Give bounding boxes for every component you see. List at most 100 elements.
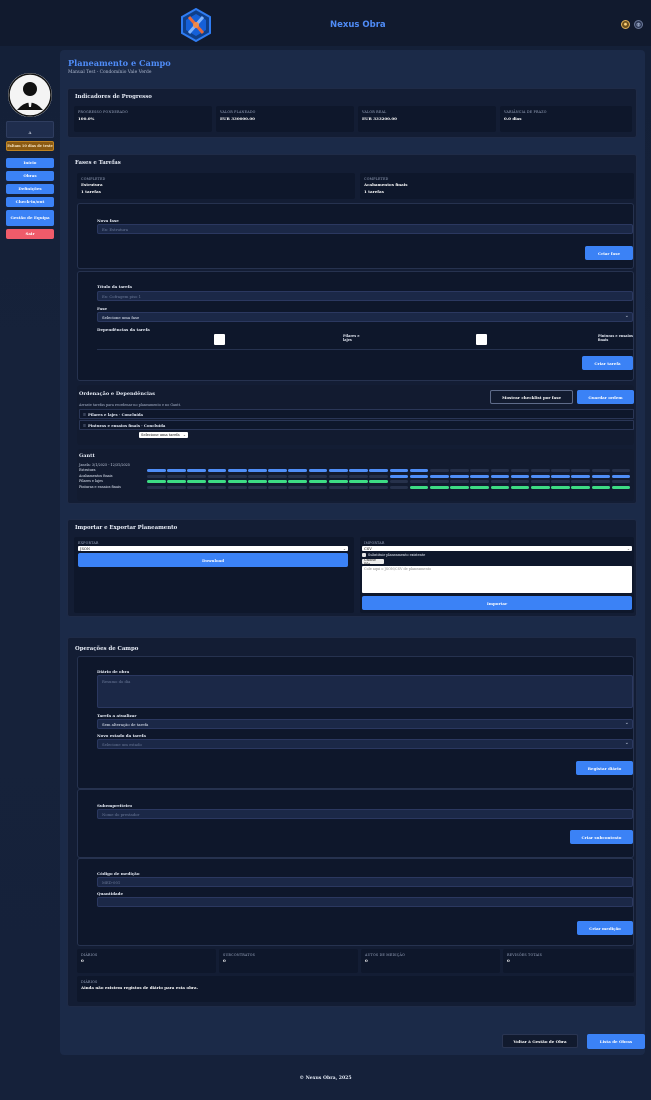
dependency-select[interactable]: Selecione uma tarefa ⌄ [139, 432, 188, 438]
gantt-cell [328, 480, 348, 483]
gantt-cell [227, 485, 247, 489]
phases-title: Fases e Tarefas [75, 160, 121, 166]
save-order-button[interactable]: Guardar ordem [577, 390, 634, 404]
phase-card[interactable]: COMPLETED Estrutura 1 tarefas [77, 173, 355, 199]
gantt-cell [147, 474, 166, 478]
nexus-logo-icon[interactable] [180, 8, 212, 42]
gantt-cell [389, 485, 409, 489]
order-task-row[interactable]: ⠿ Pilares e lajes · Concluída [79, 409, 634, 419]
diary-form: Diário de obra Resumo do dia Tarefa a at… [77, 656, 634, 789]
quantity-input[interactable] [97, 897, 633, 907]
stat-value: EUR 330000.00 [220, 116, 255, 121]
gantt-cell [510, 469, 530, 472]
replace-option[interactable]: Substituir planeamento existente [362, 553, 425, 557]
gantt-cell [470, 469, 490, 472]
gantt-row-label: Acabamentos finais [79, 473, 113, 478]
measurement-code-input[interactable]: MED-001 [97, 877, 633, 887]
back-button[interactable]: Voltar à Gestão de Obra [502, 1034, 578, 1048]
gantt-cell [308, 474, 328, 478]
choose-file-button[interactable]: Choose File [362, 558, 384, 566]
stat-value: 0 [365, 958, 368, 963]
sidebar-item-checkin[interactable]: Check-in/out [6, 197, 54, 207]
stat-planned: VALOR PLANEADO EUR 330000.00 [216, 106, 354, 132]
gantt-cell [227, 480, 247, 483]
gantt-cell [248, 474, 267, 478]
gantt-cell [207, 485, 227, 489]
gantt-cell [207, 480, 227, 483]
gantt-cell [450, 480, 469, 483]
gantt-cell [288, 474, 308, 478]
task-title-input[interactable]: Ex: Cofragem piso 1 [97, 291, 633, 301]
gantt-cell [429, 469, 449, 472]
create-task-button[interactable]: Criar tarefa [582, 356, 633, 370]
gantt-cell [530, 469, 550, 472]
phase-name: Acabamentos finais [364, 182, 408, 187]
dep-checkbox-pinturas[interactable] [476, 334, 487, 345]
main-content: Planeamento e Campo Manual Test - Condom… [60, 50, 645, 1055]
stat-real: VALOR REAL EUR 333200.00 [358, 106, 496, 132]
gantt-row-label: Pilares e lajes [79, 479, 103, 483]
gantt-cell [349, 485, 368, 489]
phase-status: COMPLETED [81, 177, 106, 181]
subcontractor-input[interactable]: Nome do prestador [97, 809, 633, 819]
phase-card[interactable]: COMPLETED Acabamentos finais 1 tarefas [360, 173, 634, 199]
sidebar-item-definicoes[interactable]: Definições [6, 184, 54, 194]
diaries-list: DIÁRIOS Ainda não existem registos de di… [77, 976, 634, 1002]
project-list-button[interactable]: Lista de Obras [587, 1034, 645, 1049]
register-diary-button[interactable]: Registar diário [576, 761, 633, 775]
gantt-cell [227, 474, 247, 478]
progress-title: Indicadores de Progresso [75, 94, 152, 100]
user-info-box: A [6, 121, 54, 138]
task-phase-select[interactable]: Selecione uma fase [97, 312, 633, 322]
progress-panel: Indicadores de Progresso PROGRESSO PONDE… [67, 88, 637, 138]
export-format-select[interactable]: JSON ⌄ [78, 546, 348, 551]
diary-textarea[interactable]: Resumo do dia [97, 675, 633, 708]
settings-icon[interactable]: ✹ [621, 20, 630, 29]
top-bar: Nexus Obra ✹ ◍ [0, 0, 651, 46]
sidebar-item-inicio[interactable]: Início [6, 158, 54, 168]
gantt-cell [551, 469, 570, 472]
diaries-empty-message: Ainda não existem registos de diário par… [81, 985, 198, 990]
sidebar-item-equipa[interactable]: Gestão de Equipa [6, 210, 54, 226]
order-task-row[interactable]: ⠿ Pinturas e ensaios finais · Concluída [79, 420, 634, 430]
import-format-select[interactable]: CSV ⌄ [362, 546, 632, 551]
task-update-select[interactable]: Sem alteração de tarefa [97, 719, 633, 729]
gantt-cell [470, 480, 490, 483]
new-phase-input[interactable]: Ex: Estrutura [97, 224, 633, 234]
replace-label: Substituir planeamento existente [368, 553, 426, 557]
gantt-cell [349, 474, 368, 478]
avatar[interactable] [8, 73, 52, 117]
dep-checkbox-pilares[interactable] [214, 334, 225, 345]
drag-handle-icon[interactable]: ⠿ [83, 423, 86, 428]
dep-label-pilares: Pilares e lajes [343, 334, 360, 342]
create-subcontract-button[interactable]: Criar subcontrato [570, 830, 633, 844]
gantt-cell [551, 474, 570, 478]
download-button[interactable]: Download [78, 553, 348, 567]
sidebar-item-sair[interactable]: Sair [6, 229, 54, 239]
sidebar-item-obras[interactable]: Obras [6, 171, 54, 181]
create-phase-button[interactable]: Criar fase [585, 246, 633, 260]
diaries-list-label: DIÁRIOS [81, 980, 98, 984]
gantt-cell [268, 485, 287, 489]
globe-icon[interactable]: ◍ [634, 20, 643, 29]
create-measurement-button[interactable]: Criar medição [577, 921, 633, 935]
drag-handle-icon[interactable]: ⠿ [83, 412, 86, 417]
gantt-cell [268, 480, 287, 483]
show-checklist-button[interactable]: Mostrar checklist por fase [490, 390, 573, 404]
import-textarea[interactable]: Cole aqui o JSON/CSV de planeamento [362, 566, 632, 593]
gantt-row-label: Estrutura [79, 468, 96, 472]
gantt-cell [349, 480, 368, 483]
stat-label: SUBCONTRATOS [223, 953, 256, 957]
gantt-cell [389, 474, 409, 478]
import-button[interactable]: Importar [362, 596, 632, 610]
stat-measurements: AUTOS DE MEDIÇÃO 0 [361, 949, 500, 973]
stat-revisions: REVISÕES TOTAIS 0 [503, 949, 634, 973]
gantt-cell [530, 474, 550, 478]
task-state-select[interactable]: Selecione um estado [97, 739, 633, 749]
gantt-cell [369, 474, 388, 478]
new-phase-form: Nova fase Ex: Estrutura Criar fase [77, 203, 634, 269]
gantt-cell [288, 469, 308, 472]
measurement-code-label: Código de medição [97, 871, 140, 876]
gantt-cell [490, 469, 510, 472]
replace-checkbox[interactable] [362, 553, 366, 557]
